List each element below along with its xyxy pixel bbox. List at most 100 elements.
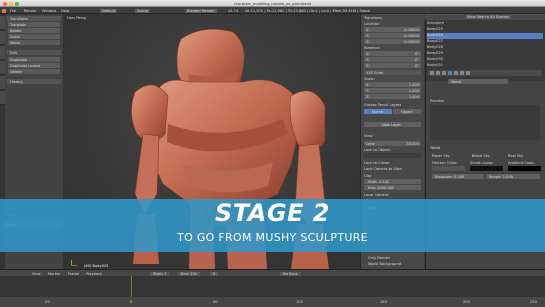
world-preview xyxy=(430,105,540,140)
only-render-checkbox[interactable]: Only Render xyxy=(368,256,390,260)
scale-z-field[interactable]: Z: 1.000 xyxy=(364,94,421,99)
paper-sky-checkbox[interactable]: Paper Sky xyxy=(432,154,450,158)
current-frame-field[interactable]: 0 xyxy=(210,271,219,276)
world-tab-icon[interactable] xyxy=(448,71,452,75)
rotation-mode-select[interactable]: XYZ Euler xyxy=(364,70,421,75)
rotation-x-field[interactable]: X: 0° xyxy=(364,51,421,56)
scale-x-value: 1.000 xyxy=(408,82,419,87)
scene-tab-icon[interactable] xyxy=(442,71,446,75)
modifier-tab-icon[interactable] xyxy=(460,71,464,75)
delete-button[interactable]: Delete xyxy=(8,69,60,74)
menu-window[interactable]: Window xyxy=(42,9,56,13)
menu-help[interactable]: Help xyxy=(61,9,69,13)
rotation-z-value: 0° xyxy=(414,63,419,68)
duplicate-button[interactable]: Duplicate xyxy=(8,57,60,62)
mirror-button[interactable]: Mirror xyxy=(8,40,60,45)
rotation-label: Rotation: xyxy=(364,46,381,50)
rotate-button[interactable]: Rotate xyxy=(8,28,60,33)
lock-camera-checkbox[interactable]: Lock Camera to View xyxy=(364,167,402,171)
render-tab-icon[interactable] xyxy=(430,71,434,75)
lock-cursor-checkbox[interactable]: Lock to Cursor xyxy=(364,161,390,165)
menu-file[interactable]: File xyxy=(10,9,16,13)
scene-select[interactable]: Scene xyxy=(135,8,150,13)
scale-label: Scale xyxy=(10,34,20,39)
material-tab-icon[interactable] xyxy=(466,71,470,75)
transform-panel-header[interactable]: Transform xyxy=(7,16,61,21)
info-header: File Render Window Help Default Scene Bl… xyxy=(0,7,545,14)
history-panel-header[interactable]: History xyxy=(7,79,61,84)
scale-y-field[interactable]: Y: 1.000 xyxy=(364,88,421,93)
ambient-color-swatch[interactable] xyxy=(508,166,541,171)
real-sky-checkbox[interactable]: Real Sky xyxy=(508,154,523,158)
clip-start-field[interactable]: Start: 0.100 xyxy=(364,179,421,184)
screen-layout-select[interactable]: Default xyxy=(100,8,118,13)
timeline-menu-marker[interactable]: Marker xyxy=(48,272,60,276)
tab-relations[interactable] xyxy=(0,46,5,60)
horizon-color-swatch[interactable] xyxy=(432,166,465,171)
grease-object-label: Object xyxy=(401,109,413,114)
ruler-tick: 200 xyxy=(463,300,470,304)
translate-button[interactable]: Translate xyxy=(8,22,60,27)
grease-scene-tab[interactable]: Scene xyxy=(364,109,392,114)
range-value: Range: 1.000 xyxy=(489,174,514,179)
scale-button[interactable]: Scale xyxy=(8,34,60,39)
blender-window: character_modeling_tutorial_ex_plan.blen… xyxy=(0,0,545,307)
rotation-y-value: 0° xyxy=(414,57,419,62)
location-y-field[interactable]: Y: 0.00000 xyxy=(364,33,421,38)
tab-animation[interactable] xyxy=(0,61,5,75)
rotation-z-field[interactable]: Z: 0° xyxy=(364,63,421,68)
rotation-y-field[interactable]: Y: 0° xyxy=(364,57,421,62)
scale-z-value: 1.000 xyxy=(408,94,419,99)
ruler-tick: 50 xyxy=(213,300,218,304)
location-x-field[interactable]: X: 0.00000 xyxy=(364,27,421,32)
grease-object-tab[interactable]: Object xyxy=(393,109,421,114)
timeline-frames[interactable] xyxy=(0,276,545,297)
blend-sky-checkbox[interactable]: Blend Sky xyxy=(472,154,490,158)
rotation-y-axis: Y: xyxy=(366,57,369,62)
timeline-menu-frame[interactable]: Frame xyxy=(68,272,79,276)
timeline-menu-playback[interactable]: Playback xyxy=(86,272,102,276)
playhead[interactable] xyxy=(131,276,132,297)
object-tab-icon[interactable] xyxy=(454,71,458,75)
tab-create[interactable] xyxy=(0,31,5,45)
scale-y-value: 1.000 xyxy=(408,88,419,93)
end-frame-field[interactable]: End: 250 xyxy=(178,271,201,276)
rotation-x-value: 0° xyxy=(414,51,419,56)
range-field[interactable]: Range: 1.000 xyxy=(486,174,540,179)
edit-panel-title: Edit xyxy=(10,50,17,55)
new-layer-button[interactable]: New Layer xyxy=(364,122,421,127)
scale-x-field[interactable]: X: 1.000 xyxy=(364,82,421,87)
timeline-menu-view[interactable]: View xyxy=(32,272,41,276)
lock-object-field[interactable] xyxy=(364,153,421,158)
sync-mode-select[interactable]: No Sync xyxy=(280,271,301,276)
rotation-x-axis: X: xyxy=(366,51,370,56)
clip-end-value: End: 1000.000 xyxy=(368,185,395,190)
world-background-checkbox[interactable]: World Background xyxy=(368,262,401,266)
clip-label: Clip: xyxy=(364,174,372,178)
tab-tools[interactable] xyxy=(0,16,5,30)
window-title: character_modeling_tutorial_ex_plan.blen… xyxy=(233,1,312,6)
world-datablock-field[interactable]: World xyxy=(448,79,508,84)
render-engine-select[interactable]: Blender Render xyxy=(185,8,217,13)
ruler-tick: 100 xyxy=(296,300,303,304)
duplicate-linked-button[interactable]: Duplicate Linked xyxy=(8,63,60,68)
tab-physics[interactable] xyxy=(0,76,5,90)
zenith-color-swatch[interactable] xyxy=(470,166,503,171)
tab-grease-pencil[interactable] xyxy=(0,91,5,105)
ruler-tick: 250 xyxy=(530,300,537,304)
clip-end-field[interactable]: End: 1000.000 xyxy=(364,185,421,190)
axis-gizmo-icon xyxy=(67,258,77,268)
outliner-item[interactable]: Body031 xyxy=(427,63,543,69)
world-datablock-name: World xyxy=(451,79,462,84)
history-panel-title: History xyxy=(10,79,23,84)
start-frame-field[interactable]: Start: 1 xyxy=(150,271,170,276)
outliner-display-select[interactable]: View Search All Scenes xyxy=(465,15,511,19)
menu-render[interactable]: Render xyxy=(24,9,37,13)
lens-field[interactable]: Lens: 35.000 xyxy=(364,141,421,146)
layers-tab-icon[interactable] xyxy=(436,71,440,75)
exposure-field[interactable]: Exposure: 0.000 xyxy=(432,174,484,179)
edit-panel-header[interactable]: Edit xyxy=(7,50,61,55)
view-panel-title: View xyxy=(364,134,373,138)
lens-value: 35.000 xyxy=(406,141,419,146)
location-z-field[interactable]: Z: 0.00000 xyxy=(364,39,421,44)
